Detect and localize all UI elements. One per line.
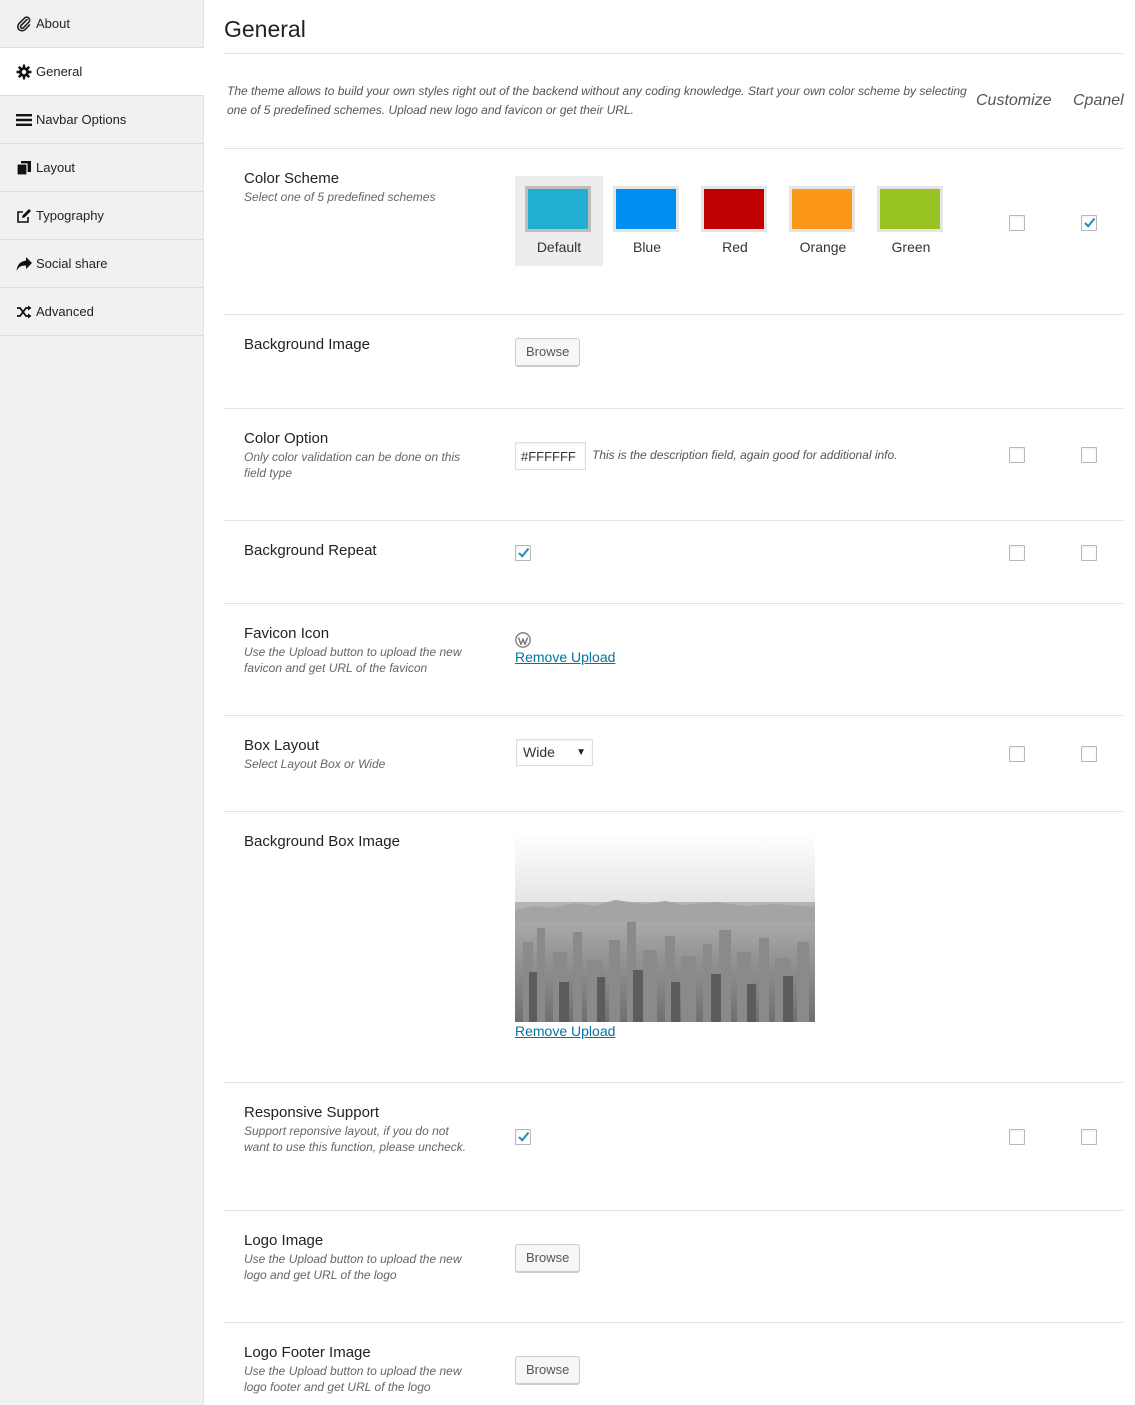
intro-text: The theme allows to build your own style… [227,84,967,117]
field-label: Favicon Icon [244,625,330,642]
sidebar-item-label: Advanced [36,304,94,319]
cpanel-checkbox[interactable] [1081,746,1097,762]
scheme-option-default[interactable]: Default [515,176,603,266]
box-image-remove-upload-link[interactable]: Remove Upload [515,1023,615,1039]
color-swatch [613,186,679,232]
select-value: Wide [523,744,555,760]
sidebar-item-label: Social share [36,256,108,271]
field-label: Background Image [244,336,370,353]
background-image-browse-button[interactable]: Browse [515,338,581,366]
paperclip-icon [15,15,33,33]
page-title: General [224,16,306,42]
background-repeat-checkbox[interactable] [515,545,531,561]
field-label: Color Scheme [244,170,340,187]
scheme-name: Blue [632,239,662,255]
scheme-option-red[interactable]: Red [691,176,779,266]
caret-down-icon: ▼ [576,747,586,758]
field-description: Support reponsive layout, if you do not … [244,1124,467,1154]
customize-checkbox[interactable] [1009,215,1025,231]
logo-footer-browse-button[interactable]: Browse [515,1356,581,1384]
field-label: Background Repeat [244,542,377,559]
color-input[interactable] [515,442,586,470]
checkmark-icon [1084,217,1096,228]
cpanel-checkbox[interactable] [1081,447,1097,463]
field-background-repeat: Background Repeat [224,520,1123,603]
share-icon [15,255,33,273]
color-swatch [877,186,943,232]
scheme-name: Default [536,239,582,255]
scheme-option-blue[interactable]: Blue [603,176,691,266]
cpanel-checkbox[interactable] [1081,1129,1097,1145]
customize-checkbox[interactable] [1009,545,1025,561]
field-favicon-icon: Favicon Icon Use the Upload button to up… [224,603,1123,715]
field-color-scheme: Color Scheme Select one of 5 predefined … [224,148,1123,314]
field-label: Logo Footer Image [244,1344,371,1361]
favicon-remove-upload-link[interactable]: Remove Upload [515,649,615,665]
field-label: Background Box Image [244,833,400,850]
column-header-customize: Customize [976,92,1052,109]
sidebar-item-layout[interactable]: Layout [0,144,203,192]
sidebar-item-label: Typography [36,208,104,223]
responsive-support-checkbox[interactable] [515,1129,531,1145]
field-logo-footer-image: Logo Footer Image Use the Upload button … [224,1322,1123,1405]
field-description: Select Layout Box or Wide [244,757,386,771]
sidebar-item-label: About [36,16,70,31]
shuffle-icon [15,303,33,321]
scheme-name: Green [891,239,931,255]
sidebar-item-advanced[interactable]: Advanced [0,288,203,336]
field-responsive-support: Responsive Support Support reponsive lay… [224,1082,1123,1210]
scheme-name: Orange [799,239,847,255]
scheme-option-green[interactable]: Green [867,176,955,266]
sidebar: About General Navbar Options Layout Typo… [0,0,204,1405]
customize-checkbox[interactable] [1009,1129,1025,1145]
title-divider [224,53,1123,54]
sidebar-item-general[interactable]: General [0,48,204,96]
checkmark-icon [518,547,530,558]
background-box-image-preview [515,832,815,1022]
field-label: Color Option [244,430,329,447]
sidebar-item-typography[interactable]: Typography [0,192,203,240]
sidebar-item-social-share[interactable]: Social share [0,240,203,288]
box-layout-select[interactable]: Wide ▼ [516,739,593,766]
edit-icon [15,207,33,225]
checkmark-icon [518,1131,530,1142]
field-description: Only color validation can be done on thi… [244,450,461,480]
field-description: Select one of 5 predefined schemes [244,190,436,204]
logo-image-browse-button[interactable]: Browse [515,1244,581,1272]
field-background-box-image: Background Box Image Remove Upload [224,811,1123,1082]
scheme-name: Red [722,239,748,255]
field-description: Use the Upload button to upload the new … [244,645,462,675]
field-logo-image: Logo Image Use the Upload button to uplo… [224,1210,1123,1322]
sidebar-item-about[interactable]: About [0,0,203,48]
copy-icon [15,159,33,177]
sidebar-item-navbar-options[interactable]: Navbar Options [0,96,203,144]
field-description: Use the Upload button to upload the new … [244,1364,462,1394]
column-header-cpanel: Cpanel [1073,92,1124,109]
sidebar-item-label: Layout [36,160,76,175]
customize-checkbox[interactable] [1009,746,1025,762]
color-swatch [701,186,767,232]
color-swatch [789,186,855,232]
field-label: Box Layout [244,737,320,754]
sidebar-item-label: General [36,64,83,79]
cpanel-checkbox[interactable] [1081,215,1097,231]
field-label: Responsive Support [244,1104,380,1121]
gear-icon [15,63,33,81]
field-color-option: Color Option Only color validation can b… [224,408,1123,520]
customize-checkbox[interactable] [1009,447,1025,463]
sidebar-item-label: Navbar Options [36,112,127,127]
field-label: Logo Image [244,1232,324,1249]
wordpress-icon [515,632,531,648]
color-swatch [525,186,591,232]
field-description: Use the Upload button to upload the new … [244,1252,462,1282]
field-background-image: Background Image Browse [224,314,1123,408]
color-option-help: This is the description field, again goo… [592,448,898,462]
scheme-option-orange[interactable]: Orange [779,176,867,266]
field-box-layout: Box Layout Select Layout Box or Wide Wid… [224,715,1123,811]
hamburger-icon [15,111,33,129]
cpanel-checkbox[interactable] [1081,545,1097,561]
